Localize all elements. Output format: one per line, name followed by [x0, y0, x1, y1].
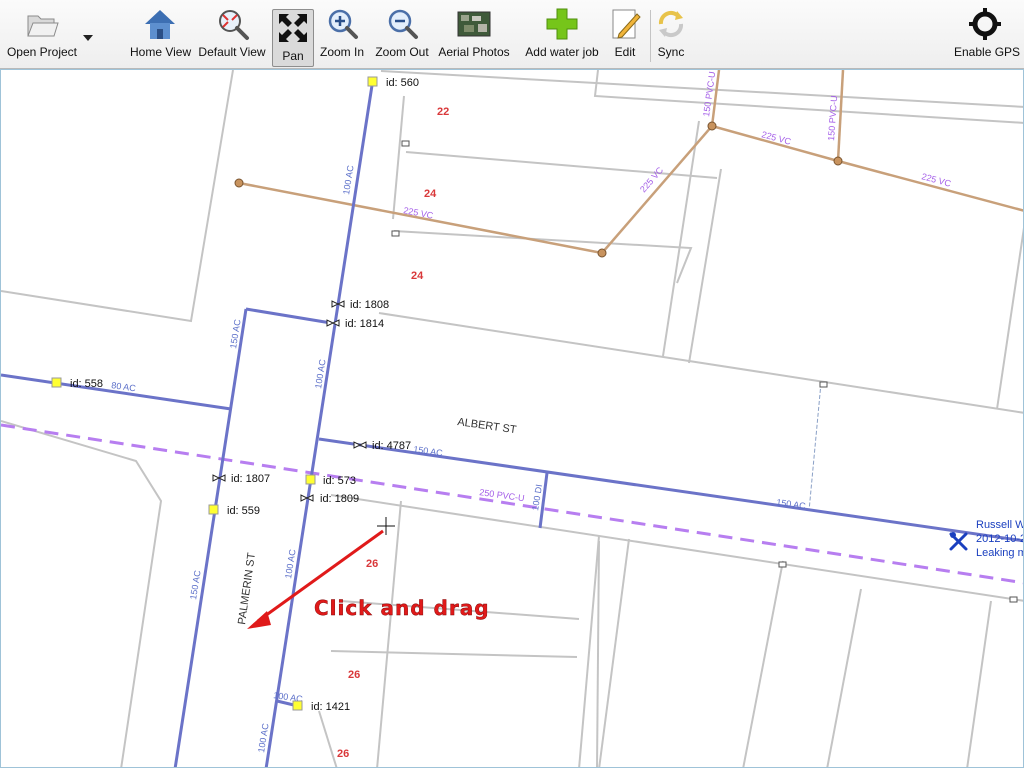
toolbar: Open Project Home View Default View Pan [0, 0, 1024, 69]
home-view-button[interactable]: Home View [130, 6, 192, 64]
open-project-dropdown[interactable] [80, 6, 96, 64]
pan-label: Pan [282, 49, 304, 63]
valve-icon[interactable] [326, 319, 340, 327]
default-view-label: Default View [198, 45, 266, 59]
sync-button[interactable]: Sync [652, 6, 690, 64]
water-job-description: Leaking m [976, 547, 1024, 559]
edit-button[interactable]: Edit [606, 6, 644, 64]
aerial-photo-icon [457, 11, 491, 37]
node-marker[interactable] [51, 377, 62, 388]
pencil-edit-icon [612, 9, 641, 39]
pipe-label: 225 VC [638, 165, 666, 195]
zoom-out-icon [388, 9, 418, 39]
lot-number: 26 [348, 669, 360, 681]
lot-number: 26 [337, 748, 349, 760]
home-view-label: Home View [130, 45, 192, 59]
pan-arrows-icon [279, 14, 307, 42]
water-job-title: Russell W [976, 519, 1024, 531]
toolbar-separator [650, 10, 651, 62]
zoom-in-icon [328, 9, 358, 39]
add-water-job-button[interactable]: Add water job [524, 6, 600, 64]
open-project-button[interactable]: Open Project [6, 6, 78, 64]
add-water-job-label: Add water job [525, 45, 599, 59]
node-marker[interactable] [305, 474, 316, 485]
pvc-labels: 250 PVC-U 150 PVC-U 150 PVC-U 225 VC 225… [403, 71, 953, 504]
node-label: id: 573 [323, 475, 356, 487]
lot-number: 26 [366, 558, 378, 570]
sync-label: Sync [657, 45, 685, 59]
pipe-label: 150 AC [413, 444, 444, 458]
node-marker[interactable] [208, 504, 219, 515]
map-canvas[interactable]: 22 24 24 26 26 26 100 AC 150 AC 100 AC 8… [0, 69, 1024, 768]
enable-gps-label: Enable GPS [954, 45, 1021, 59]
aerial-photos-button[interactable]: Aerial Photos [438, 6, 510, 64]
home-icon [145, 10, 175, 39]
valve-label: id: 1807 [231, 473, 270, 485]
valve-icon[interactable] [353, 441, 367, 449]
sewer-manholes [234, 121, 843, 258]
water-job-marker[interactable]: Russell W 2012-10-2 Leaking m [949, 519, 1024, 559]
zoom-in-button[interactable]: Zoom In [318, 6, 366, 64]
pipe-label: 100 AC [341, 164, 356, 195]
lot-number: 24 [411, 270, 424, 282]
map-svg[interactable]: 22 24 24 26 26 26 100 AC 150 AC 100 AC 8… [1, 70, 1024, 768]
node-label: id: 560 [386, 77, 419, 89]
pan-button[interactable]: Pan [272, 9, 314, 67]
zoom-in-label: Zoom In [319, 45, 364, 59]
zoom-out-label: Zoom Out [375, 45, 429, 59]
node-marker[interactable] [292, 700, 303, 711]
folder-icon [27, 15, 59, 37]
gps-target-icon [969, 8, 1001, 40]
valve-labels: id: 1808 id: 1814 id: 4787 id: 1807 id: … [231, 299, 411, 505]
open-project-label: Open Project [6, 45, 78, 59]
lot-number: 24 [424, 188, 437, 200]
valve-label: id: 1808 [350, 299, 389, 311]
valve-label: id: 1814 [345, 318, 384, 330]
aerial-photos-label: Aerial Photos [438, 45, 510, 59]
tools-icon[interactable] [949, 532, 968, 551]
lot-number: 22 [437, 106, 449, 118]
zoom-out-button[interactable]: Zoom Out [374, 6, 430, 64]
pvc-main-dashed [1, 423, 1023, 585]
node-label: id: 1421 [311, 701, 350, 713]
valve-label: id: 1809 [320, 493, 359, 505]
node-marker[interactable] [367, 76, 378, 87]
water-job-date: 2012-10-2 [976, 533, 1024, 545]
magnifier-zoom-extent-icon [219, 10, 249, 40]
pipe-label: 150 PVC-U [826, 95, 839, 141]
node-label: id: 558 [70, 378, 103, 390]
street-name-palmerin: PALMERIN ST [236, 552, 258, 626]
node-label: id: 559 [227, 505, 260, 517]
sync-icon [658, 10, 684, 38]
enable-gps-button[interactable]: Enable GPS [954, 6, 1021, 64]
property-boundaries [1, 70, 1023, 767]
edit-label: Edit [614, 45, 636, 59]
default-view-button[interactable]: Default View [198, 6, 266, 64]
click-and-drag-annotation: Click and drag [314, 596, 490, 620]
plus-icon [546, 8, 578, 40]
caret-down-icon [83, 35, 93, 41]
pipe-label: 150 AC [776, 497, 807, 511]
street-name-albert: ALBERT ST [457, 416, 518, 436]
valve-label: id: 4787 [372, 440, 411, 452]
